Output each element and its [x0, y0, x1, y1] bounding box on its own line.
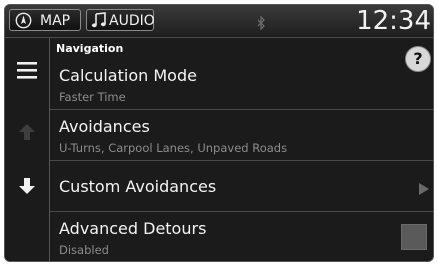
clock: 12:34	[356, 6, 431, 36]
row-value: Faster Time	[59, 90, 126, 104]
row-value: Disabled	[59, 243, 109, 257]
row-label: Advanced Detours	[59, 219, 207, 238]
map-button[interactable]: MAP	[9, 9, 81, 31]
scroll-down-button[interactable]	[5, 158, 49, 214]
advanced-detours-checkbox[interactable]	[401, 224, 427, 250]
menu-button[interactable]	[5, 44, 49, 100]
music-note-icon	[91, 12, 107, 36]
scroll-up-icon	[19, 124, 35, 144]
row-value: U-Turns, Carpool Lanes, Unpaved Roads	[59, 141, 288, 155]
compass-icon	[15, 12, 32, 36]
audio-button[interactable]: AUDIO	[86, 9, 155, 31]
scroll-up-button[interactable]	[5, 102, 49, 158]
row-label: Custom Avoidances	[59, 177, 217, 196]
settings-list: Navigation ? Calculation Mode Faster Tim…	[50, 38, 433, 261]
row-calculation-mode[interactable]: Calculation Mode Faster Time	[50, 59, 433, 110]
row-label: Avoidances	[59, 117, 150, 136]
bluetooth-icon	[257, 15, 266, 34]
scroll-down-icon	[19, 178, 35, 198]
row-custom-avoidances[interactable]: Custom Avoidances	[50, 161, 433, 212]
left-rail	[5, 38, 50, 261]
map-button-label: MAP	[40, 13, 71, 29]
row-label: Calculation Mode	[59, 66, 197, 85]
top-bar: MAP AUDIO 12:34	[5, 5, 433, 38]
audio-button-label: AUDIO	[109, 13, 155, 29]
row-advanced-detours[interactable]: Advanced Detours Disabled	[50, 212, 433, 261]
chevron-right-icon	[419, 180, 429, 199]
menu-icon	[17, 62, 37, 83]
section-title: Navigation	[56, 42, 124, 55]
navigation-settings-screen: MAP AUDIO 12:34 Navigation ? Calculation…	[4, 4, 434, 262]
row-avoidances[interactable]: Avoidances U-Turns, Carpool Lanes, Unpav…	[50, 110, 433, 161]
